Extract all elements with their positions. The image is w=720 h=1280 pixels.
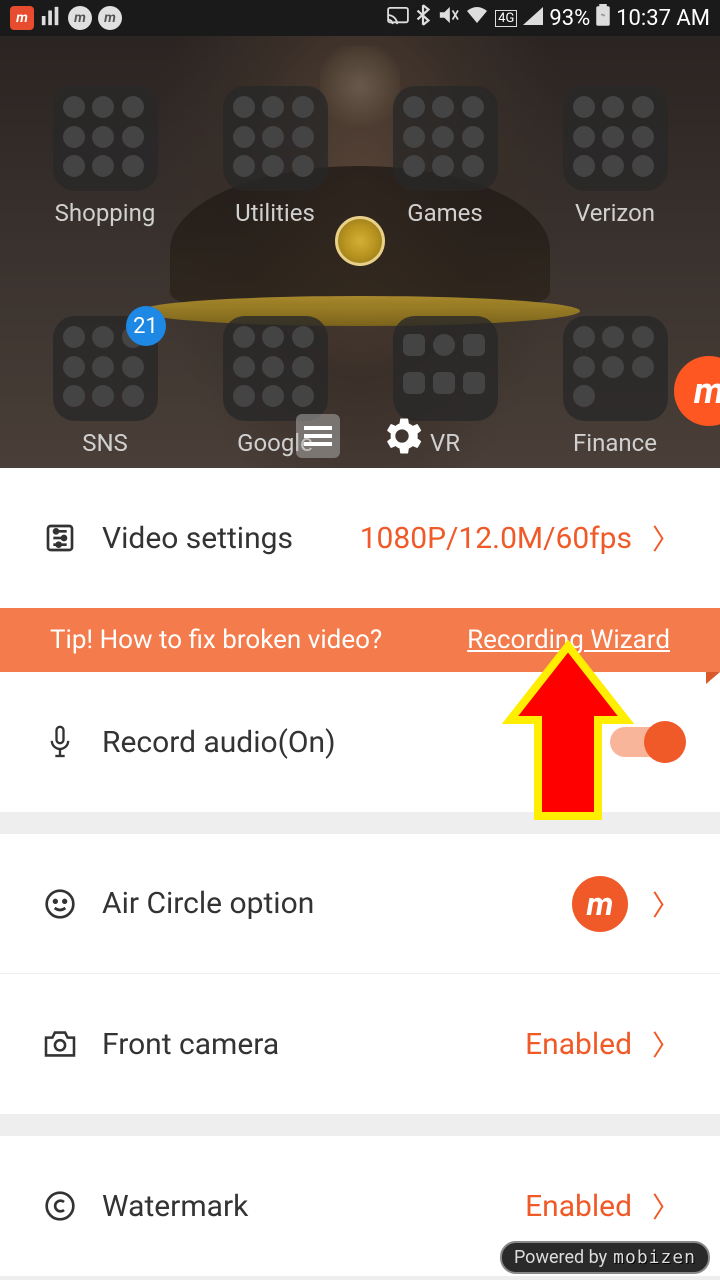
video-settings-row[interactable]: Video settings 1080P/12.0M/60fps 〉 <box>0 468 720 608</box>
clock-time: 10:37 AM <box>616 6 710 31</box>
notification-badge: 21 <box>126 306 166 346</box>
air-circle-label: Air Circle option <box>102 886 572 921</box>
folder-icon <box>393 86 498 191</box>
status-right: 4G 93% 10:37 AM <box>387 4 710 32</box>
folder-icon <box>223 316 328 421</box>
sliders-icon <box>40 518 80 558</box>
folder-label: Utilities <box>210 199 340 227</box>
watermark-label: Watermark <box>102 1189 525 1224</box>
battery-percent: 93% <box>549 6 590 31</box>
folder-games[interactable]: Games <box>380 86 510 227</box>
folder-label: Finance <box>550 429 680 457</box>
front-camera-row[interactable]: Front camera Enabled 〉 <box>0 974 720 1114</box>
copyright-icon <box>40 1186 80 1226</box>
video-settings-value: 1080P/12.0M/60fps <box>360 521 632 556</box>
folder-icon: 21 <box>53 316 158 421</box>
app-notif-icon-2: m <box>98 6 122 30</box>
camera-icon <box>40 1024 80 1064</box>
front-camera-value: Enabled <box>525 1027 632 1062</box>
folder-sns[interactable]: 21 SNS <box>40 316 170 457</box>
overlay-controls <box>296 414 424 458</box>
folder-label: Verizon <box>550 199 680 227</box>
bluetooth-icon <box>415 4 431 32</box>
folder-icon <box>393 316 498 421</box>
air-circle-row[interactable]: Air Circle option m 〉 <box>0 834 720 974</box>
section-gap <box>0 1114 720 1136</box>
folder-shopping[interactable]: Shopping <box>40 86 170 227</box>
chevron-right-icon: 〉 <box>652 1024 680 1064</box>
folder-label: SNS <box>40 429 170 457</box>
cast-icon <box>387 6 409 31</box>
signal-icon <box>523 6 543 31</box>
mute-icon <box>437 5 459 31</box>
folder-verizon[interactable]: Verizon <box>550 86 680 227</box>
chevron-right-icon: 〉 <box>652 518 680 558</box>
status-left: m m m <box>10 5 122 32</box>
network-type-icon: 4G <box>495 10 517 27</box>
tip-text: Tip! How to fix broken video? <box>50 625 382 655</box>
recording-wizard-link[interactable]: Recording Wizard <box>467 625 670 655</box>
gear-icon[interactable] <box>380 414 424 458</box>
tip-banner[interactable]: Tip! How to fix broken video? Recording … <box>0 608 720 672</box>
record-audio-toggle[interactable] <box>610 727 680 757</box>
folder-utilities[interactable]: Utilities <box>210 86 340 227</box>
home-screen: Shopping Utilities Games Veri <box>0 36 720 468</box>
folder-label: Shopping <box>40 199 170 227</box>
app-notif-icon-1: m <box>68 6 92 30</box>
folder-icon <box>563 86 668 191</box>
microphone-icon <box>40 722 80 762</box>
menu-icon[interactable] <box>296 414 340 458</box>
smiley-icon <box>40 884 80 924</box>
powered-brand: mobizen <box>613 1247 696 1268</box>
powered-text: Powered by <box>514 1247 607 1268</box>
mobizen-logo-icon: m <box>572 876 628 932</box>
watermark-value: Enabled <box>525 1189 632 1224</box>
battery-icon <box>596 4 610 32</box>
wifi-icon <box>465 5 489 31</box>
folder-icon <box>223 86 328 191</box>
folder-icon <box>563 316 668 421</box>
record-audio-label: Record audio(On) <box>102 725 610 760</box>
section-gap <box>0 812 720 834</box>
toggle-knob <box>644 721 686 763</box>
settings-panel: Video settings 1080P/12.0M/60fps 〉 Tip! … <box>0 468 720 1276</box>
status-bar: m m m 4G 93% 10:37 AM <box>0 0 720 36</box>
front-camera-label: Front camera <box>102 1027 525 1062</box>
powered-by-badge: Powered by mobizen <box>500 1241 710 1274</box>
video-settings-label: Video settings <box>102 521 360 556</box>
stats-icon <box>40 5 62 32</box>
folder-row-1: Shopping Utilities Games Veri <box>0 86 720 227</box>
mobizen-notif-icon: m <box>10 6 34 30</box>
record-audio-row[interactable]: Record audio(On) <box>0 672 720 812</box>
folder-icon <box>53 86 158 191</box>
folder-label: Games <box>380 199 510 227</box>
banner-corner-decoration <box>706 672 720 684</box>
folder-finance[interactable]: Finance <box>550 316 680 457</box>
chevron-right-icon: 〉 <box>652 884 680 924</box>
chevron-right-icon: 〉 <box>652 1186 680 1226</box>
